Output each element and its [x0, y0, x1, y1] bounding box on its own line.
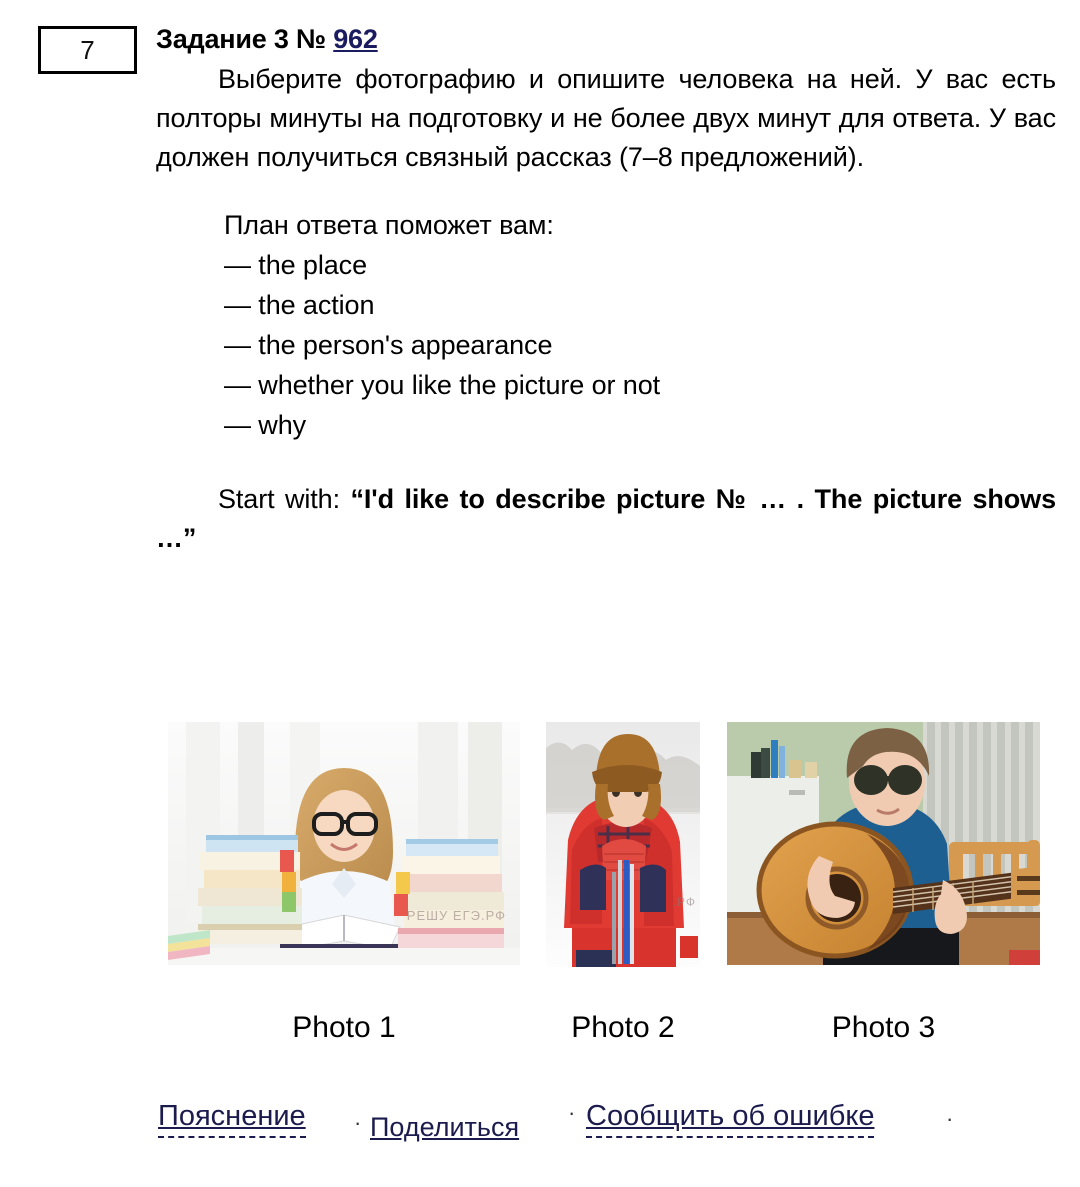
- task-id-link[interactable]: 962: [333, 24, 378, 54]
- list-item: — the place: [224, 250, 367, 281]
- list-item: — the action: [224, 290, 375, 321]
- separator-dot: ·: [568, 1100, 576, 1125]
- photo-3-caption: Photo 3: [831, 1011, 936, 1044]
- photo-captions: Photo 1 Photo 2 Photo 3: [0, 1008, 1080, 1054]
- answer-plan-title: План ответа поможет вам:: [224, 210, 554, 241]
- photo-strip: РЕШУ ЕГЭ.РФ .РФ: [0, 722, 1080, 967]
- answer-plan-list: — the place — the action — the person's …: [224, 246, 1056, 446]
- photo-2[interactable]: .РФ: [546, 722, 700, 967]
- page-title: Задание 3 № 962: [156, 24, 1056, 56]
- separator-dot: ·: [354, 1110, 362, 1135]
- photo-1-image: [168, 722, 520, 965]
- task-statement: Выберите фотографию и опишите человека н…: [156, 60, 1056, 177]
- share-link[interactable]: Поделиться: [370, 1112, 519, 1143]
- photo-1-caption: Photo 1: [292, 1011, 396, 1044]
- task-statement-text: Выберите фотографию и опишите человека н…: [156, 63, 1056, 172]
- separator-dot: ·: [946, 1106, 954, 1131]
- explanation-link[interactable]: Пояснение: [158, 1100, 306, 1138]
- photo-3[interactable]: [727, 722, 1040, 965]
- answer-plan-block: План ответа поможет вам: — the place — t…: [156, 206, 1056, 446]
- task-number: 7: [80, 35, 95, 65]
- photo-2-image: [546, 722, 700, 967]
- photo-3-image: [727, 722, 1040, 965]
- report-error-link[interactable]: Сообщить об ошибке: [586, 1100, 875, 1138]
- footer-links: Пояснение · Поделиться · Сообщить об оши…: [158, 1096, 1058, 1156]
- start-with-label: Start with:: [218, 484, 351, 515]
- photo-1[interactable]: РЕШУ ЕГЭ.РФ: [168, 722, 520, 965]
- task-number-box: 7: [38, 26, 137, 74]
- task-content: Задание 3 № 962 Выберите фотографию и оп…: [156, 24, 1056, 585]
- photo-2-caption: Photo 2: [571, 1011, 675, 1044]
- task-heading-text: Задание 3 №: [156, 24, 334, 54]
- list-item: — whether you like the picture or not: [224, 370, 661, 401]
- start-with-paragraph: Start with: “I'd like to describe pictur…: [156, 480, 1056, 558]
- list-item: — the person's appearance: [224, 330, 553, 361]
- list-item: — why: [224, 410, 307, 441]
